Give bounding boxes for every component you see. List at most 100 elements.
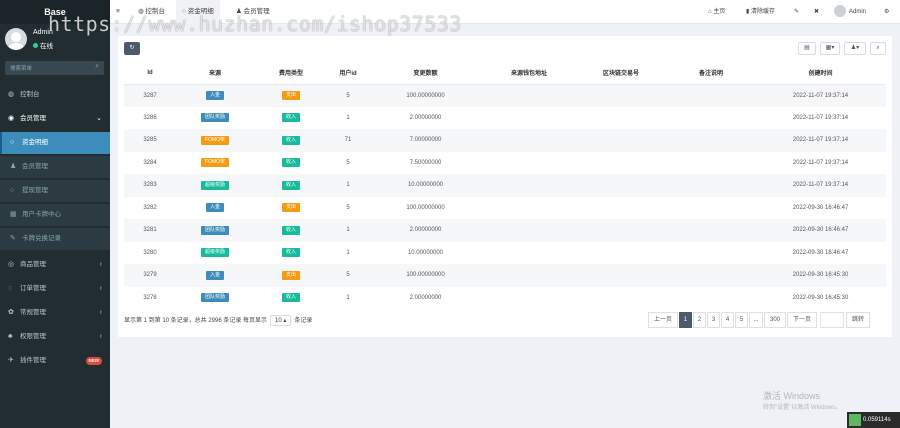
type-badge: 收入 <box>281 180 300 190</box>
page-jump-input[interactable] <box>820 312 844 328</box>
source-badge: 超级奖励 <box>200 248 229 258</box>
table-cell: 入金 <box>176 197 254 220</box>
sidebar-item[interactable]: ♣ 权限管理 ‹ <box>0 326 110 348</box>
table-cell: 收入 <box>254 174 328 197</box>
home-link[interactable]: ⌂ 主页 <box>708 0 725 24</box>
page-button[interactable]: 3 <box>707 312 720 328</box>
table-cell: 收入 <box>254 107 328 130</box>
sidebar-item[interactable]: ✿ 常规管理 ‹ <box>0 302 110 324</box>
summary-prefix: 显示第 1 到第 10 条记录，总共 2996 条记录 每页显示 <box>124 318 268 324</box>
page-button[interactable]: 2 <box>693 312 706 328</box>
table-cell: FOMO奖 <box>176 152 254 175</box>
table-cell: 团队奖励 <box>176 107 254 130</box>
content-panel: ↻ ▤ ▦▾ ♟▾ ⌕ Id 来源 费用类型 用户id 变更数额 来源钱包地址 区块链交易号… <box>118 36 892 337</box>
table-row[interactable]: 3284 FOMO奖 收入 5 7.50000000 2022-11-07 19:37:1… <box>124 152 886 175</box>
column-header[interactable]: 费用类型 <box>254 62 328 85</box>
avatar <box>834 5 846 18</box>
online-dot-icon <box>33 43 38 48</box>
sidebar-item[interactable]: ○ 资金明细 <box>0 132 110 154</box>
admin-menu[interactable]: Admin <box>834 0 866 24</box>
render-timer: 0.059114s <box>847 412 900 428</box>
wrench-icon: ✎ <box>10 235 16 242</box>
export-button[interactable]: ♟▾ <box>844 42 866 55</box>
table-row[interactable]: 3286 团队奖励 收入 1 2.00000000 2022-11-07 19:37:14 <box>124 107 886 130</box>
table-row[interactable]: 3278 团队奖励 收入 1 2.00000000 2022-09-30 16:45:30 <box>124 287 886 310</box>
columns-icon: ▦▾ <box>825 45 835 51</box>
table-cell: 2022-11-07 19:37:14 <box>755 84 886 107</box>
sidebar-item[interactable]: ◍ 控制台 <box>0 84 110 106</box>
sidebar-item[interactable]: ◉ 会员管理 ⌄ <box>0 108 110 130</box>
avatar <box>5 28 27 50</box>
sidebar: Base Admin 在线 搜索菜单 ⌕ ◍ 控制台 ◉ 会员管理 ⌄ ○ 资金明细 ♟ 会员管… <box>0 0 110 428</box>
sidebar-item[interactable]: ▦ 用户卡牌中心 <box>0 204 110 226</box>
page-button[interactable]: 300 <box>764 312 786 328</box>
theme-icon[interactable]: ✎ <box>794 0 799 24</box>
toggle-view-button[interactable]: ▤ <box>798 42 816 55</box>
table-row[interactable]: 3279 入金 支出 5 100.00000000 2022-09-30 16:45:30 <box>124 264 886 287</box>
sidebar-item[interactable]: ○ 提现管理 <box>0 180 110 202</box>
sidebar-search[interactable]: 搜索菜单 ⌕ <box>5 61 104 75</box>
column-header[interactable]: 来源钱包地址 <box>483 62 575 85</box>
clear-cache-button[interactable]: ▮ 清除缓存 <box>746 0 775 24</box>
page-jump-button[interactable]: 跳转 <box>846 312 870 328</box>
page-button-current[interactable]: 1 <box>679 312 692 328</box>
table-cell: 收入 <box>254 152 328 175</box>
table-row[interactable]: 3287 入金 支出 5 100.00000000 2022-11-07 19:37:14 <box>124 84 886 107</box>
table-cell: 1 <box>328 174 368 197</box>
sidebar-item[interactable]: ✈ 插件管理 NEW <box>0 350 110 372</box>
table-cell: 71 <box>328 129 368 152</box>
column-header[interactable]: 来源 <box>176 62 254 85</box>
table-cell <box>575 197 667 220</box>
table-row[interactable]: 3285 FOMO奖 收入 71 7.00000000 2022-11-07 19:37:… <box>124 129 886 152</box>
home-label: 主页 <box>713 9 726 15</box>
table-cell: 入金 <box>176 264 254 287</box>
settings-icon[interactable]: ⚙ <box>884 0 889 24</box>
sidebar-item[interactable]: ◌ 订单管理 ‹ <box>0 278 110 300</box>
column-header[interactable]: Id <box>124 62 176 85</box>
page-button[interactable]: 5 <box>735 312 748 328</box>
table-cell: 2022-11-07 19:37:14 <box>755 174 886 197</box>
chevron-left-icon: ‹ <box>99 261 102 268</box>
table-cell: 3284 <box>143 159 157 166</box>
column-header[interactable]: 备注说明 <box>667 62 755 85</box>
table-cell: 收入 <box>254 287 328 310</box>
table-cell: 100.00000000 <box>368 84 483 107</box>
sidebar-item[interactable]: ✎ 卡牌兑换记录 <box>0 228 110 250</box>
dashboard-icon: ◍ <box>8 91 15 98</box>
page-button[interactable]: 4 <box>721 312 734 328</box>
search-icon[interactable]: ⌕ <box>95 63 99 71</box>
table-cell: 10.00000000 <box>407 249 444 256</box>
fullscreen-icon[interactable]: ✖ <box>814 0 819 24</box>
page-button[interactable]: ... <box>749 312 763 328</box>
column-header[interactable]: 创建时间 <box>755 62 886 85</box>
column-header[interactable]: 区块链交易号 <box>575 62 667 85</box>
next-page-button[interactable]: 下一页 <box>787 312 817 328</box>
table-cell <box>483 264 575 287</box>
table-row[interactable]: 3280 超级奖励 收入 1 10.00000000 2022-09-30 16:46:4… <box>124 242 886 265</box>
columns-button[interactable]: ▦▾ <box>820 42 840 55</box>
column-header[interactable]: 变更数额 <box>368 62 483 85</box>
source-badge: FOMO奖 <box>201 135 229 145</box>
table-cell <box>483 197 575 220</box>
circle-icon: ○ <box>10 187 15 194</box>
table-row[interactable]: 3282 入金 支出 5 100.00000000 2022-09-30 16:46:47 <box>124 197 886 220</box>
refresh-button[interactable]: ↻ <box>124 42 140 55</box>
sidebar-item-label: 常规管理 <box>20 309 46 316</box>
page-size-select[interactable]: 10 ▴ <box>270 315 292 326</box>
sidebar-item[interactable]: ◎ 商品管理 ‹ <box>0 254 110 276</box>
table-cell <box>483 174 575 197</box>
table-row[interactable]: 3281 团队奖励 收入 1 2.00000000 2022-09-30 16:46:47 <box>124 219 886 242</box>
user-status: 在线 <box>33 40 53 50</box>
prev-page-button[interactable]: 上一页 <box>648 312 678 328</box>
table-cell: 3279 <box>124 264 176 287</box>
table-cell: 100.00000000 <box>406 204 445 211</box>
table-row[interactable]: 3283 超级奖励 收入 1 10.00000000 2022-11-07 19:37:1… <box>124 174 886 197</box>
search-button[interactable]: ⌕ <box>870 42 886 55</box>
column-header[interactable]: 用户id <box>328 62 368 85</box>
table-cell: FOMO奖 <box>176 129 254 152</box>
timer-value: 0.059114s <box>863 417 891 423</box>
search-icon: ⌕ <box>876 45 880 51</box>
table-cell <box>667 107 755 130</box>
sidebar-item[interactable]: ♟ 会员管理 <box>0 156 110 178</box>
table-cell <box>483 107 575 130</box>
